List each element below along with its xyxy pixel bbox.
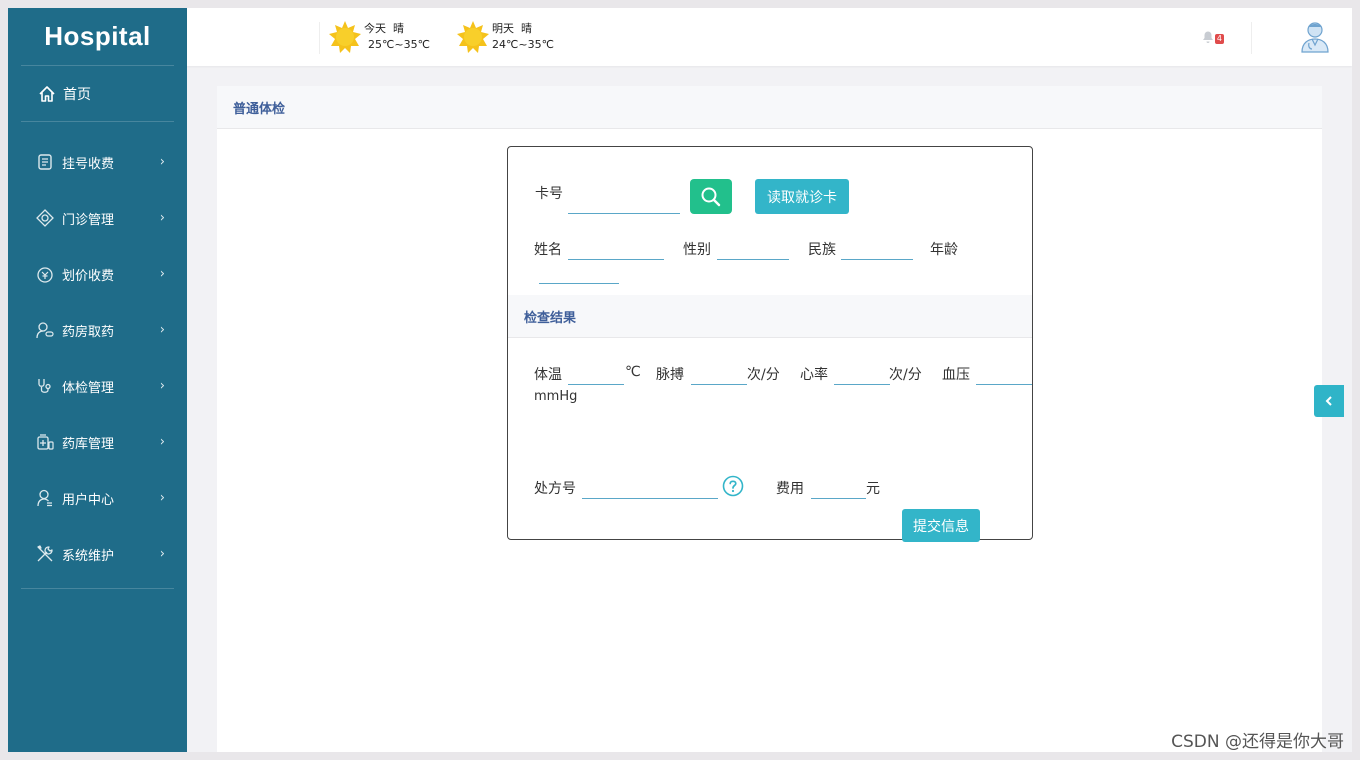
tools-icon [36,545,54,563]
chevron-left-icon [1325,396,1332,406]
read-card-button[interactable]: 读取就诊卡 [755,179,849,214]
medicine-store-icon [36,433,54,451]
main-panel: 普通体检 卡号 读取就诊卡 姓名 性别 民族 年龄 检查结果 体温 ℃ 脉搏 次… [217,86,1322,752]
sidebar-item-label: 划价收费 [62,268,115,284]
sidebar-item-label: 门诊管理 [62,212,115,228]
sidebar-item-label: 用户中心 [62,492,115,508]
weather-tomorrow: 明天 晴 24℃~35℃ [456,20,554,54]
sidebar-item-system[interactable]: 系统维护 › [8,526,187,582]
clinic-icon [36,209,54,227]
sidebar-item-medicine-store[interactable]: 药库管理 › [8,414,187,470]
chevron-right-icon: › [159,322,165,338]
name-label: 姓名 [534,242,562,258]
chevron-right-icon: › [159,210,165,226]
sidebar-item-pharmacy[interactable]: 药房取药 › [8,302,187,358]
sun-icon [329,21,361,53]
age-input[interactable] [539,283,619,284]
bell-icon [1203,31,1213,43]
pharmacy-icon [36,321,54,339]
help-icon[interactable] [722,475,744,497]
weather-range: 25℃~35℃ [368,38,430,51]
temperature-unit: ℃ [625,364,641,380]
prescription-label: 处方号 [534,481,576,497]
weather-text: 今天 晴 25℃~35℃ [364,21,430,53]
fee-input[interactable] [811,498,866,499]
search-icon [701,187,721,206]
top-header: 今天 晴 25℃~35℃ 明天 晴 24℃~35℃ 4 [187,8,1352,66]
sidebar-item-label: 药房取药 [62,324,115,340]
sidebar-item-label: 首页 [63,86,91,103]
blood-pressure-label: 血压 [942,367,970,383]
collapse-panel-button[interactable] [1314,385,1344,417]
chevron-right-icon: › [159,378,165,394]
temperature-input[interactable] [568,384,624,385]
sidebar-item-label: 体检管理 [62,380,115,396]
watermark: CSDN @还得是你大哥 [1171,732,1344,752]
pricing-icon [36,265,54,283]
weather-today: 今天 晴 25℃~35℃ [328,20,430,54]
ethnicity-input[interactable] [841,259,913,260]
app-frame: Hospital 首页 挂号收费 › 门诊管理 › 划价收费 › 药房取药 › … [8,8,1352,752]
header-divider [319,22,320,54]
pulse-unit: 次/分 [747,367,780,383]
fee-unit: 元 [866,481,880,497]
section-title: 检查结果 [508,295,1032,338]
sidebar-item-label: 系统维护 [62,548,115,564]
gender-input[interactable] [717,259,789,260]
blood-pressure-input[interactable] [976,384,1032,385]
submit-button[interactable]: 提交信息 [902,509,980,542]
header-divider [1251,22,1252,54]
sidebar-item-label: 药库管理 [62,436,115,452]
ethnicity-label: 民族 [808,242,836,258]
fee-label: 费用 [776,481,804,497]
user-avatar[interactable] [1300,21,1330,53]
sun-icon [457,21,489,53]
notification-badge: 4 [1214,34,1224,44]
pulse-label: 脉搏 [656,367,684,383]
chevron-right-icon: › [159,266,165,282]
doctor-avatar-icon [1301,22,1329,53]
chevron-right-icon: › [159,490,165,506]
weather-day: 明天 [492,22,514,35]
weather-day: 今天 [364,22,386,35]
user-icon [36,489,54,507]
sidebar-item-physical-exam[interactable]: 体检管理 › [8,358,187,414]
weather-condition: 晴 [393,22,404,35]
sidebar: Hospital 首页 挂号收费 › 门诊管理 › 划价收费 › 药房取药 › … [8,8,187,752]
heart-rate-label: 心率 [800,367,828,383]
sidebar-item-user-center[interactable]: 用户中心 › [8,470,187,526]
heart-rate-unit: 次/分 [889,367,922,383]
card-number-label: 卡号 [535,186,563,202]
gender-label: 性别 [683,242,711,258]
sidebar-item-label: 挂号收费 [62,156,115,172]
weather-range: 24℃~35℃ [492,38,554,51]
exam-form: 卡号 读取就诊卡 姓名 性别 民族 年龄 检查结果 体温 ℃ 脉搏 次/分 心率… [507,146,1033,542]
sidebar-item-registration[interactable]: 挂号收费 › [8,134,187,190]
prescription-input[interactable] [582,498,718,499]
search-button[interactable] [690,179,732,214]
stethoscope-icon [36,377,54,395]
sidebar-item-clinic[interactable]: 门诊管理 › [8,190,187,246]
card-number-input[interactable] [568,213,680,214]
sidebar-nav: 挂号收费 › 门诊管理 › 划价收费 › 药房取药 › 体检管理 › 药库管理 … [8,134,187,582]
pulse-input[interactable] [691,384,747,385]
notification-bell[interactable]: 4 [1200,28,1224,48]
chevron-right-icon: › [159,154,165,170]
register-icon [36,153,54,171]
blood-pressure-unit: mmHg [534,389,578,404]
temperature-label: 体温 [534,367,562,383]
weather-text: 明天 晴 24℃~35℃ [492,21,554,53]
brand-logo: Hospital [21,8,174,66]
sidebar-item-home[interactable]: 首页 [21,66,174,122]
heart-rate-input[interactable] [834,384,890,385]
home-icon [37,84,57,104]
panel-title: 普通体检 [217,86,1322,129]
chevron-right-icon: › [159,434,165,450]
age-label: 年龄 [930,242,958,258]
weather-condition: 晴 [521,22,532,35]
chevron-right-icon: › [159,546,165,562]
sidebar-divider [21,588,174,589]
name-input[interactable] [568,259,664,260]
sidebar-item-pricing[interactable]: 划价收费 › [8,246,187,302]
